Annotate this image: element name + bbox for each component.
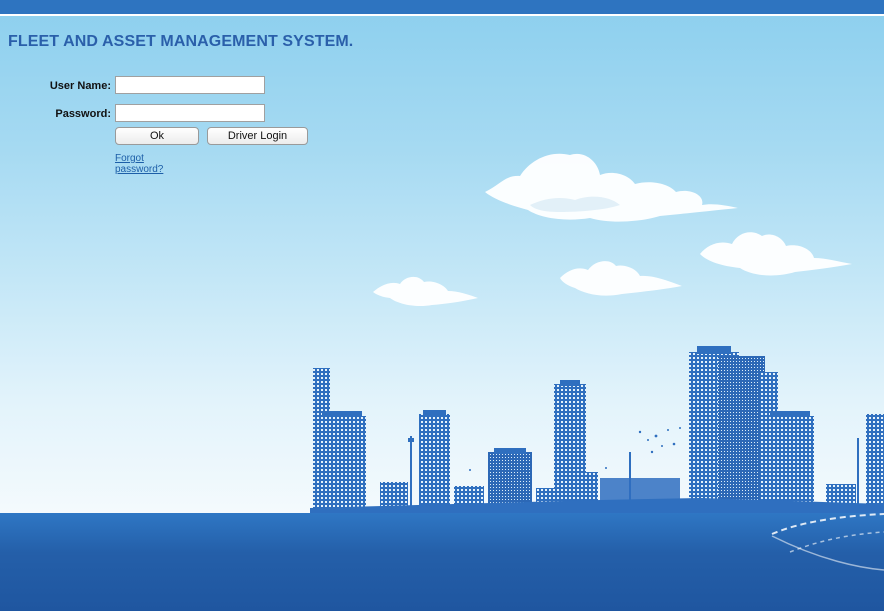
road-curve-icon: [771, 513, 884, 571]
